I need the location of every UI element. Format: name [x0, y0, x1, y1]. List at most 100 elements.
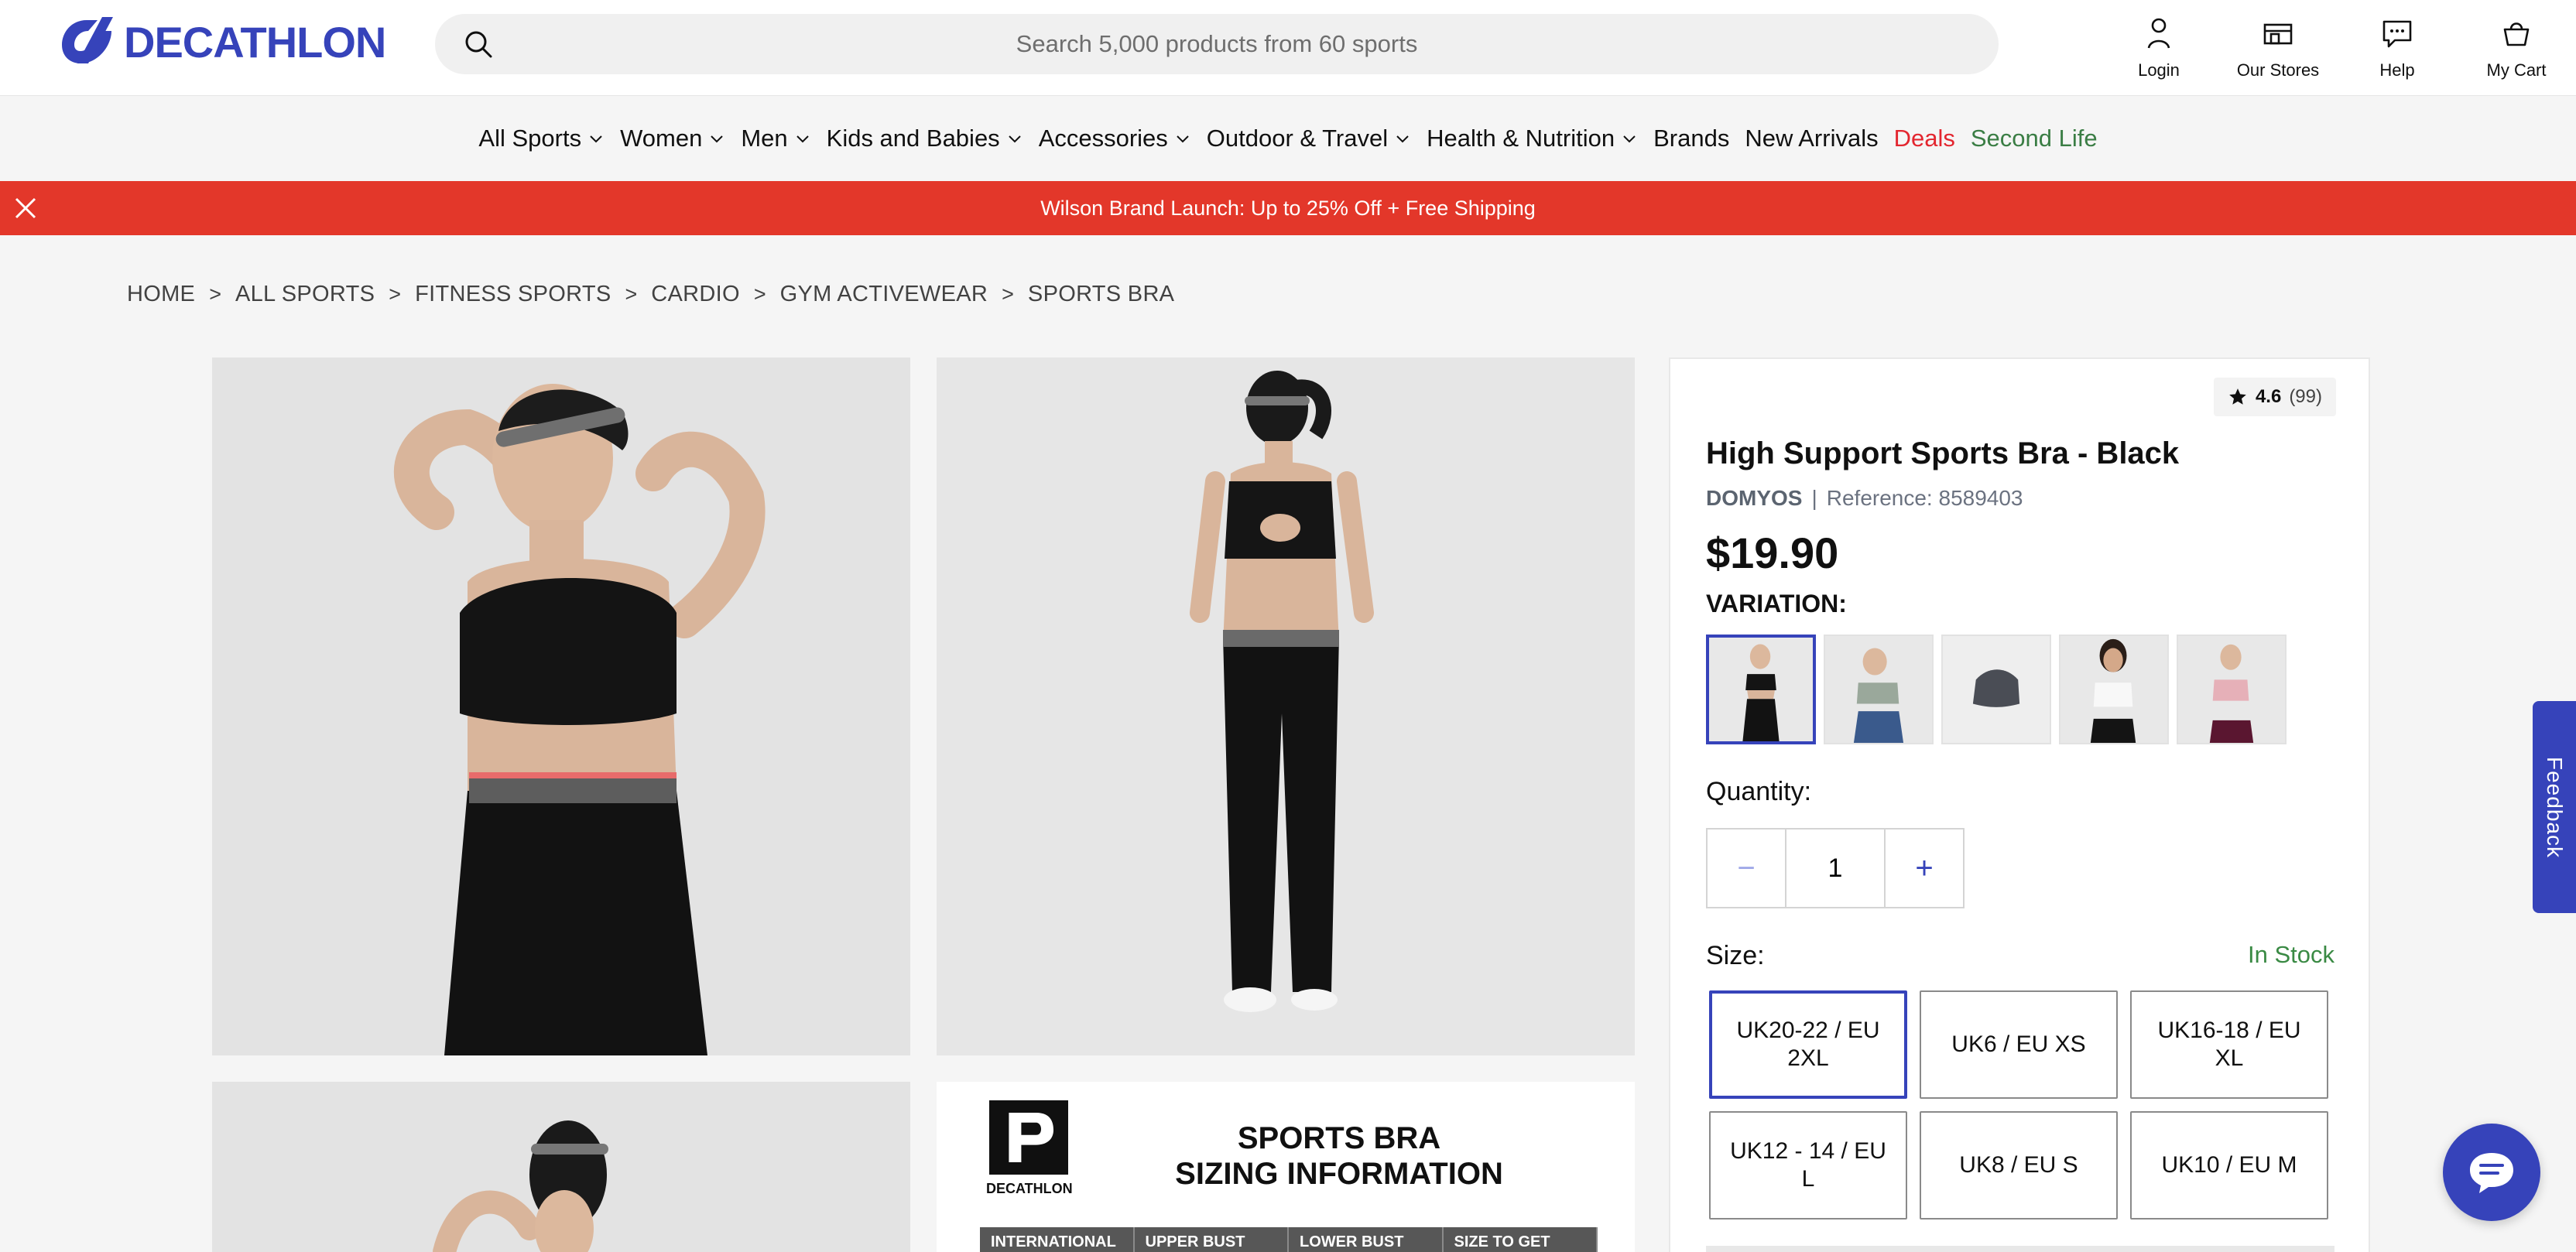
product-info-panel: 4.6 (99) High Support Sports Bra - Black…	[1669, 357, 2370, 1252]
sizing-info-image[interactable]: DECATHLON SPORTS BRA SIZING INFORMATION …	[937, 1082, 1635, 1252]
search-icon[interactable]	[463, 29, 494, 63]
chat-bubble-icon	[2382, 20, 2412, 48]
nav-item-label: Brands	[1653, 125, 1730, 152]
product-image-front[interactable]	[212, 357, 910, 1055]
nav-item-health-nutrition[interactable]: Health & Nutrition	[1419, 125, 1646, 152]
nav-item-label: Kids and Babies	[826, 125, 1000, 152]
feedback-tab[interactable]: Feedback	[2533, 701, 2576, 913]
decathlon-logo[interactable]: DECATHLON	[57, 15, 386, 68]
decathlon-square-logo	[989, 1100, 1068, 1175]
logo-mark-icon	[1009, 1113, 1053, 1162]
chevron-down-icon	[1396, 135, 1409, 143]
size-options: UK20-22 / EU 2XL UK6 / EU XS UK16-18 / EU …	[1709, 990, 2328, 1220]
variation-swatches	[1706, 635, 2287, 744]
product-price: $19.90	[1706, 529, 1839, 577]
increase-quantity-button[interactable]: +	[1884, 828, 1965, 908]
logo-mark-icon	[62, 17, 113, 63]
breadcrumb-separator: >	[389, 282, 402, 306]
breadcrumb-link[interactable]: SPORTS BRA	[1028, 282, 1174, 307]
product-image-3[interactable]	[212, 1082, 910, 1252]
quantity-stepper: − +	[1706, 828, 1965, 908]
sizing-col: LOWER BUST	[1289, 1227, 1444, 1252]
login-button[interactable]: Login	[2099, 11, 2218, 88]
variation-swatch-white[interactable]	[2059, 635, 2169, 744]
product-photo	[212, 357, 910, 1055]
nav-item-label: Deals	[1893, 125, 1955, 152]
variation-swatch-black[interactable]	[1706, 635, 1816, 744]
size-option[interactable]: UK10 / EU M	[2130, 1111, 2328, 1220]
feedback-label: Feedback	[2543, 756, 2567, 858]
main-nav: All Sports Women Men Kids and Babies Accesso…	[0, 96, 2576, 181]
cart-icon	[2503, 22, 2530, 46]
variation-swatch-pink[interactable]	[2177, 635, 2287, 744]
close-icon[interactable]	[14, 197, 37, 224]
brand-reference-line: DOMYOS | Reference: 8589403	[1706, 486, 2023, 511]
rating-count: (99)	[2289, 386, 2322, 407]
rating-badge[interactable]: 4.6 (99)	[2213, 378, 2336, 416]
header-actions: Login Our Stores Help My Cart	[2099, 11, 2576, 88]
decrease-quantity-button[interactable]: −	[1706, 828, 1786, 908]
brand-link[interactable]: DOMYOS	[1706, 486, 1802, 511]
nav-item-men[interactable]: Men	[733, 125, 818, 152]
our-stores-label: Our Stores	[2236, 60, 2320, 80]
variant-thumbnail	[1709, 638, 1813, 741]
size-option[interactable]: UK20-22 / EU 2XL	[1709, 990, 1907, 1099]
rating-value: 4.6	[2255, 386, 2282, 407]
variant-thumbnail	[2060, 636, 2167, 743]
nav-item-label: Women	[620, 125, 703, 152]
size-option[interactable]: UK8 / EU S	[1920, 1111, 2118, 1220]
variation-swatch-sage[interactable]	[1824, 635, 1934, 744]
sizing-title-line1: SPORTS BRA	[1237, 1121, 1441, 1155]
size-label: Size:	[1706, 941, 1765, 970]
nav-item-outdoor-travel[interactable]: Outdoor & Travel	[1199, 125, 1419, 152]
nav-item-kids-and-babies[interactable]: Kids and Babies	[819, 125, 1031, 152]
our-stores-button[interactable]: Our Stores	[2218, 11, 2338, 88]
nav-item-all-sports[interactable]: All Sports	[471, 125, 612, 152]
user-icon	[2147, 18, 2170, 49]
quantity-label: Quantity:	[1706, 777, 1812, 806]
store-icon	[2263, 23, 2293, 45]
breadcrumb: HOME > ALL SPORTS > FITNESS SPORTS > CARDIO > GY…	[127, 282, 1174, 307]
breadcrumb-link[interactable]: FITNESS SPORTS	[415, 282, 611, 307]
chat-button[interactable]	[2443, 1124, 2540, 1221]
size-option[interactable]: UK6 / EU XS	[1920, 990, 2118, 1099]
nav-item-accessories[interactable]: Accessories	[1031, 125, 1199, 152]
size-option[interactable]: UK16-18 / EU XL	[2130, 990, 2328, 1099]
breadcrumb-separator: >	[753, 282, 766, 306]
product-image-back[interactable]	[937, 357, 1635, 1055]
search-bar[interactable]	[435, 14, 1999, 74]
chat-icon	[2470, 1153, 2513, 1193]
help-button[interactable]: Help	[2338, 11, 2457, 88]
nav-item-label: New Arrivals	[1745, 125, 1879, 152]
site-header: DECATHLON Login Our Stores	[0, 0, 2576, 96]
star-icon	[2229, 388, 2246, 405]
nav-item-second-life[interactable]: Second Life	[1963, 125, 2105, 152]
nav-list: All Sports Women Men Kids and Babies Accesso…	[471, 125, 2105, 152]
nav-item-label: Outdoor & Travel	[1206, 125, 1389, 152]
sizing-col: SIZE TO GET	[1444, 1227, 1598, 1252]
sizing-title: SPORTS BRA SIZING INFORMATION	[1153, 1120, 1525, 1192]
nav-item-deals[interactable]: Deals	[1886, 125, 1963, 152]
separator: |	[1811, 486, 1817, 510]
variation-swatch-grey[interactable]	[1941, 635, 2051, 744]
search-input[interactable]	[435, 14, 1999, 74]
promo-banner: Wilson Brand Launch: Up to 25% Off + Fre…	[0, 181, 2576, 235]
my-cart-button[interactable]: My Cart	[2457, 11, 2576, 88]
breadcrumb-separator: >	[209, 282, 221, 306]
breadcrumb-link[interactable]: GYM ACTIVEWEAR	[780, 282, 988, 307]
promo-text[interactable]: Wilson Brand Launch: Up to 25% Off + Fre…	[1040, 197, 1536, 221]
variant-thumbnail	[1943, 636, 2050, 743]
login-label: Login	[2138, 60, 2180, 80]
nav-item-label: Second Life	[1970, 125, 2098, 152]
size-option[interactable]: UK12 - 14 / EU L	[1709, 1111, 1907, 1220]
breadcrumb-link[interactable]: ALL SPORTS	[235, 282, 375, 307]
quantity-input[interactable]	[1786, 828, 1884, 908]
stock-status: In Stock	[2248, 941, 2334, 968]
breadcrumb-link[interactable]: HOME	[127, 282, 195, 307]
breadcrumb-link[interactable]: CARDIO	[651, 282, 740, 307]
variant-thumbnail	[2178, 636, 2285, 743]
nav-item-women[interactable]: Women	[612, 125, 733, 152]
nav-item-brands[interactable]: Brands	[1646, 125, 1737, 152]
sizing-table-header: INTERNATIONAL UPPER BUST LOWER BUST SIZE…	[980, 1227, 1598, 1252]
nav-item-new-arrivals[interactable]: New Arrivals	[1737, 125, 1886, 152]
